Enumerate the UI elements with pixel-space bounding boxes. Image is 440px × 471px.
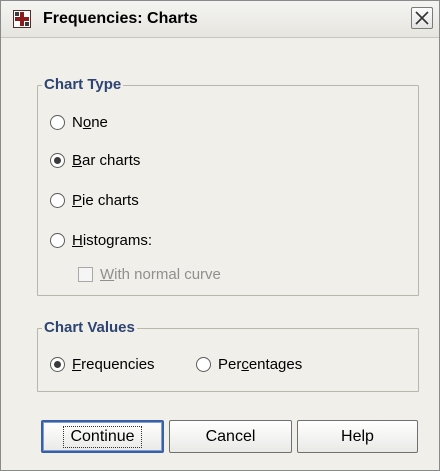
radio-none[interactable]: None xyxy=(50,111,108,133)
chart-values-legend: Chart Values xyxy=(42,319,137,336)
radio-pie-charts-button[interactable] xyxy=(50,192,65,208)
spss-dialog-icon xyxy=(13,10,31,28)
radio-percentages-button[interactable] xyxy=(196,356,211,372)
dialog-title: Frequencies: Charts xyxy=(43,10,198,27)
normal-curve-label: With normal curve xyxy=(100,265,221,283)
dialog-content: Chart Type None Bar charts Pie charts Hi… xyxy=(1,38,439,470)
continue-button-label: Continue xyxy=(63,425,142,448)
radio-histograms-button[interactable] xyxy=(50,232,65,248)
chart-type-legend: Chart Type xyxy=(42,76,124,93)
radio-pie-charts-label: Pie charts xyxy=(72,191,139,209)
radio-histograms[interactable]: Histograms: xyxy=(50,229,152,251)
title-bar[interactable]: Frequencies: Charts xyxy=(1,1,439,38)
cancel-button[interactable]: Cancel xyxy=(169,420,292,453)
close-icon xyxy=(415,11,429,25)
close-button[interactable] xyxy=(411,7,433,29)
help-button[interactable]: Help xyxy=(297,420,418,453)
radio-pie-charts[interactable]: Pie charts xyxy=(50,189,139,211)
radio-bar-charts[interactable]: Bar charts xyxy=(50,149,140,171)
radio-bar-charts-button[interactable] xyxy=(50,152,65,168)
frequencies-charts-dialog: Frequencies: Charts Chart Type None Bar … xyxy=(0,0,440,471)
continue-button[interactable]: Continue xyxy=(41,420,164,453)
radio-frequencies-label: Frequencies xyxy=(72,355,155,373)
chart-type-group: Chart Type None Bar charts Pie charts Hi… xyxy=(37,76,419,296)
radio-percentages[interactable]: Percentages xyxy=(196,353,302,375)
normal-curve-checkbox[interactable] xyxy=(78,266,93,282)
cancel-button-label: Cancel xyxy=(205,427,256,445)
chart-values-group: Chart Values Frequencies Percentages xyxy=(37,319,419,392)
help-button-label: Help xyxy=(341,427,374,445)
radio-histograms-label: Histograms: xyxy=(72,231,153,249)
radio-frequencies-button[interactable] xyxy=(50,356,65,372)
radio-percentages-label: Percentages xyxy=(218,355,303,373)
radio-frequencies[interactable]: Frequencies xyxy=(50,353,155,375)
radio-bar-charts-label: Bar charts xyxy=(72,151,141,169)
radio-none-label: None xyxy=(72,113,108,131)
checkbox-with-normal-curve[interactable]: With normal curve xyxy=(78,263,221,285)
radio-none-button[interactable] xyxy=(50,114,65,130)
